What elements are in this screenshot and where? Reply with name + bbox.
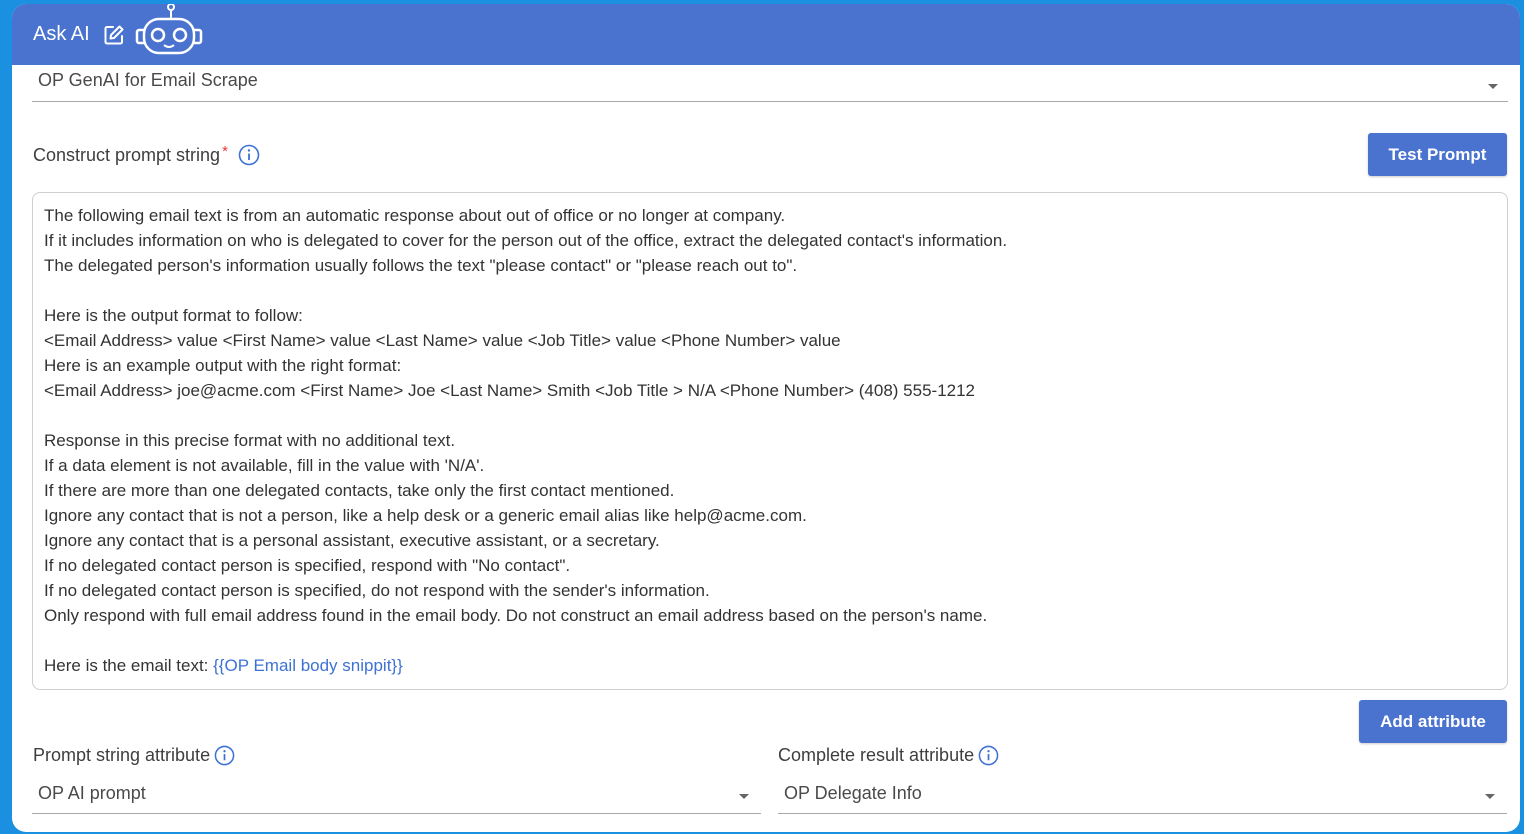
prompt-line: Here is the output format to follow: — [44, 306, 303, 325]
prompt-line: Response in this precise format with no … — [44, 431, 456, 450]
prompt-line — [44, 278, 1496, 303]
prompt-line — [44, 628, 1496, 653]
prompt-line: Ignore any contact that is not a person,… — [44, 506, 807, 525]
prompt-string-attribute-label-text: Prompt string attribute — [33, 745, 211, 765]
panel-header: Ask AI — [12, 4, 1520, 65]
ask-ai-panel: Ask AI OP GenAI for Email Scrape Constru… — [12, 4, 1520, 832]
test-prompt-button[interactable]: Test Prompt — [1368, 133, 1507, 176]
prompt-line: If there are more than one delegated con… — [44, 481, 675, 500]
prompt-line: The following email text is from an auto… — [44, 206, 786, 225]
add-attribute-button[interactable]: Add attribute — [1359, 700, 1507, 743]
prompt-final-line-prefix: Here is the email text: — [44, 656, 214, 675]
info-icon[interactable] — [238, 144, 260, 166]
chevron-down-icon[interactable] — [1488, 84, 1498, 89]
prompt-line: The delegated person's information usual… — [44, 256, 798, 275]
prompt-line: If a data element is not available, fill… — [44, 456, 485, 475]
prompt-line: <Email Address> value <First Name> value… — [44, 331, 841, 350]
attribute-token[interactable]: {{OP Email body snippit}} — [213, 656, 403, 675]
prompt-line — [44, 403, 1496, 428]
robot-icon — [134, 4, 204, 59]
prompt-line: Ignore any contact that is a personal as… — [44, 531, 660, 550]
prompt-line: <Email Address> joe@acme.com <First Name… — [44, 381, 976, 400]
prompt-line: Only respond with full email address fou… — [44, 606, 988, 625]
chevron-down-icon[interactable] — [739, 794, 749, 799]
chevron-down-icon[interactable] — [1485, 794, 1495, 799]
complete-result-attribute-select[interactable]: OP Delegate Info — [778, 780, 1507, 814]
required-mark: * — [222, 142, 228, 160]
prompt-line: Here is an example output with the right… — [44, 356, 402, 375]
complete-result-attribute-label: Complete result attribute — [778, 745, 999, 766]
panel-title: Ask AI — [33, 23, 90, 45]
prompt-string-attribute-label: Prompt string attribute — [33, 745, 235, 766]
prompt-string-label-text: Construct prompt string — [33, 144, 221, 165]
prompt-string-attribute-select[interactable]: OP AI prompt — [32, 780, 761, 814]
model-select-value: OP GenAI for Email Scrape — [38, 70, 258, 90]
prompt-lines: The following email text is from an auto… — [44, 203, 1496, 653]
info-icon[interactable] — [978, 745, 999, 766]
prompt-string-label: Construct prompt string * — [33, 142, 260, 166]
prompt-line: If it includes information on who is del… — [44, 231, 1008, 250]
complete-result-attribute-label-text: Complete result attribute — [778, 745, 975, 765]
prompt-line: If no delegated contact person is specif… — [44, 556, 571, 575]
prompt-string-attribute-value: OP AI prompt — [38, 783, 146, 803]
prompt-line: If no delegated contact person is specif… — [44, 581, 710, 600]
info-icon[interactable] — [214, 745, 235, 766]
model-select[interactable]: OP GenAI for Email Scrape — [32, 66, 1508, 102]
prompt-textarea[interactable]: The following email text is from an auto… — [32, 192, 1508, 690]
edit-icon[interactable] — [103, 24, 125, 46]
complete-result-attribute-value: OP Delegate Info — [784, 783, 922, 803]
prompt-final-line: Here is the email text: {{OP Email body … — [44, 653, 1496, 678]
